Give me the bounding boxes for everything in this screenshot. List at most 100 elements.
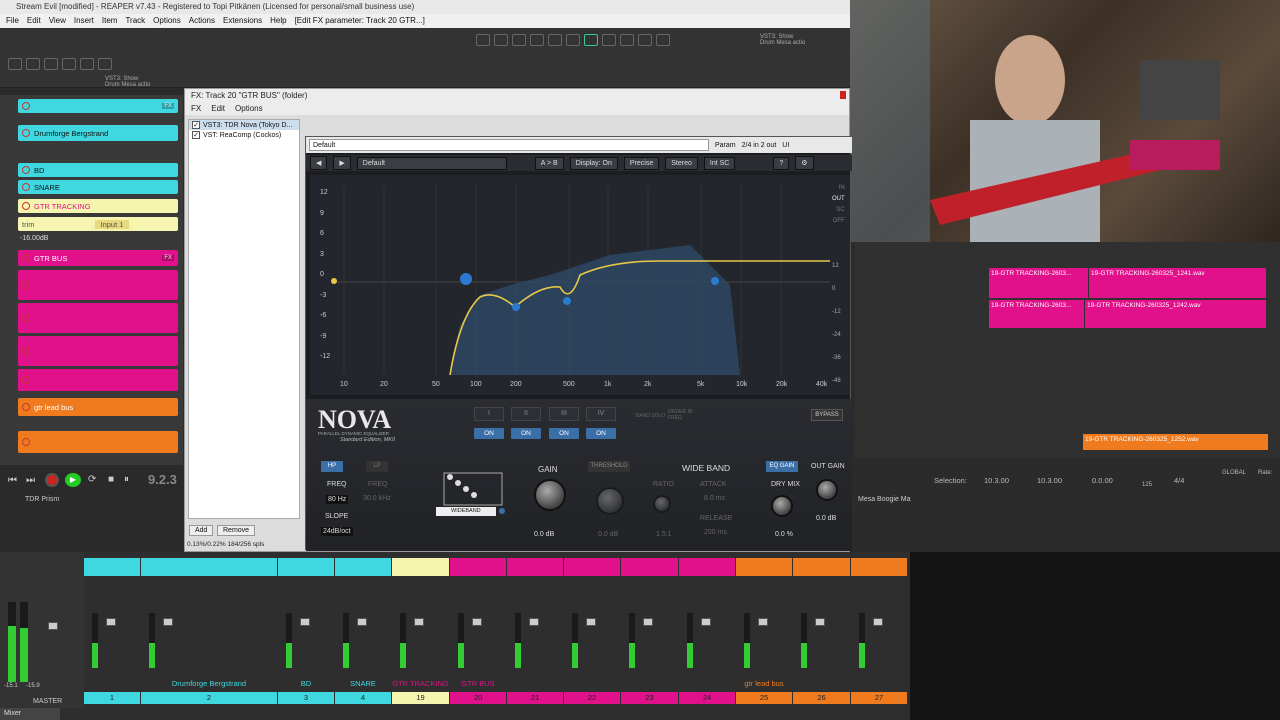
dry-mix-knob[interactable] bbox=[771, 495, 793, 517]
band-node-1[interactable] bbox=[512, 303, 520, 311]
menu-edit-fx-param[interactable]: [Edit FX parameter: Track 20 GTR...] bbox=[295, 14, 425, 28]
record-arm-icon[interactable] bbox=[22, 347, 30, 355]
nova-preset-dropdown[interactable]: Default bbox=[356, 156, 507, 170]
strip-fader[interactable] bbox=[163, 618, 173, 626]
band-3-button[interactable]: III bbox=[549, 407, 579, 421]
help-icon[interactable]: ? bbox=[773, 156, 790, 170]
out-gain-knob[interactable] bbox=[816, 479, 838, 501]
media-item[interactable]: 19-GTR TRACKING-260325_1241.wav bbox=[1089, 268, 1266, 298]
add-fx-button[interactable]: Add bbox=[189, 525, 214, 536]
track-gtr-child-3[interactable] bbox=[18, 336, 178, 366]
threshold-knob[interactable] bbox=[596, 487, 624, 515]
fx-button[interactable]: FX bbox=[162, 103, 174, 109]
strip-fader[interactable] bbox=[873, 618, 883, 626]
band-solo-label[interactable]: BAND SOLO bbox=[636, 413, 666, 419]
strip-fader[interactable] bbox=[106, 618, 116, 626]
lock-icon[interactable] bbox=[512, 34, 526, 46]
menu-extensions[interactable]: Extensions bbox=[223, 14, 262, 28]
arrange-view[interactable]: 19-GTR TRACKING-2603... 19-GTR TRACKING-… bbox=[855, 242, 1280, 457]
order-label[interactable]: ORDER IN FREQ bbox=[668, 409, 696, 421]
strip-fader[interactable] bbox=[472, 618, 482, 626]
dry-mix-value[interactable]: 0.0 % bbox=[775, 531, 793, 538]
time-signature[interactable]: 4/4 bbox=[1174, 476, 1184, 485]
slope-value[interactable]: 24dB/oct bbox=[321, 527, 353, 536]
strip-fader[interactable] bbox=[758, 618, 768, 626]
band-2-on[interactable]: ON bbox=[511, 428, 541, 439]
strip-fader[interactable] bbox=[357, 618, 367, 626]
mixer-strip[interactable]: 26 bbox=[793, 558, 850, 708]
lp-freq-value[interactable]: 30.0 kHz bbox=[363, 495, 391, 502]
menu-track[interactable]: Track bbox=[125, 14, 145, 28]
mixer-tab[interactable]: Mixer bbox=[0, 708, 60, 720]
record-arm-icon[interactable] bbox=[22, 202, 30, 210]
record-icon[interactable] bbox=[45, 473, 59, 487]
pause-icon[interactable]: ⏸ bbox=[124, 474, 129, 485]
track-header-top[interactable]: FX bbox=[18, 99, 178, 113]
trim-label[interactable]: trim bbox=[22, 220, 35, 229]
fx-menu-fx[interactable]: FX bbox=[191, 103, 201, 115]
save-icon[interactable] bbox=[44, 58, 58, 70]
record-arm-icon[interactable] bbox=[22, 254, 30, 262]
stop-icon[interactable]: ■ bbox=[108, 474, 114, 485]
strip-fader[interactable] bbox=[529, 618, 539, 626]
strip-fader[interactable] bbox=[586, 618, 596, 626]
media-item[interactable]: 19-GTR TRACKING-2603... bbox=[989, 300, 1084, 328]
ratio-value[interactable]: 1.5:1 bbox=[656, 531, 672, 538]
strip-fader[interactable] bbox=[643, 618, 653, 626]
play-icon[interactable]: ▶ bbox=[65, 473, 81, 487]
attack-value[interactable]: 8.0 ms bbox=[704, 495, 725, 502]
settings-icon[interactable]: ⚙ bbox=[795, 156, 814, 170]
prev-preset-icon[interactable]: ◀ bbox=[310, 156, 328, 170]
band-node-3[interactable] bbox=[711, 277, 719, 285]
menu-options[interactable]: Options bbox=[153, 14, 181, 28]
new-project-icon[interactable] bbox=[8, 58, 22, 70]
media-item[interactable]: 19-GTR TRACKING-260325_1242.wav bbox=[1085, 300, 1266, 328]
next-preset-icon[interactable]: ▶ bbox=[333, 156, 351, 170]
input-label[interactable]: Input 1 bbox=[94, 219, 130, 229]
eq-gain-button[interactable]: EQ GAIN bbox=[766, 461, 798, 472]
preset-dropdown[interactable]: Default bbox=[309, 139, 709, 151]
gain-knob[interactable] bbox=[534, 479, 566, 511]
selection-end[interactable]: 10.3.00 bbox=[1037, 476, 1062, 485]
mixer-strip[interactable]: Drumforge Bergstrand 2 bbox=[141, 558, 277, 708]
checkbox[interactable]: ✓ bbox=[192, 121, 200, 129]
menu-file[interactable]: File bbox=[6, 14, 19, 28]
bypass-button[interactable]: BYPASS bbox=[811, 409, 843, 421]
checkbox[interactable]: ✓ bbox=[192, 131, 200, 139]
selection-length[interactable]: 0.0.00 bbox=[1092, 476, 1113, 485]
undo-icon[interactable] bbox=[62, 58, 76, 70]
track-gtr-lead-bus[interactable]: gtr lead bus bbox=[18, 398, 178, 416]
strip-fader[interactable] bbox=[701, 618, 711, 626]
menu-view[interactable]: View bbox=[49, 14, 66, 28]
media-item[interactable]: 19-GTR TRACKING-2603... bbox=[989, 268, 1088, 298]
remove-fx-button[interactable]: Remove bbox=[217, 525, 256, 536]
band-4-on[interactable]: ON bbox=[586, 428, 616, 439]
fx-menu-edit[interactable]: Edit bbox=[211, 103, 225, 115]
io-button[interactable]: 2/4 in 2 out bbox=[742, 142, 777, 149]
band-1-button[interactable]: I bbox=[474, 407, 504, 421]
ratio-knob[interactable] bbox=[653, 495, 671, 513]
param-button[interactable]: Param bbox=[715, 142, 736, 149]
threshold-value[interactable]: 0.0 dB bbox=[598, 531, 618, 538]
repeat-icon[interactable]: ⟳ bbox=[88, 474, 96, 485]
record-arm-icon[interactable] bbox=[22, 438, 30, 446]
fx-chain-item[interactable]: ✓ VST3: TDR Nova (Tokyo D... bbox=[189, 120, 299, 130]
track-gtr-child-2[interactable] bbox=[18, 303, 178, 333]
snap-icon[interactable] bbox=[476, 34, 490, 46]
out-gain-value[interactable]: 0.0 dB bbox=[816, 515, 836, 522]
record-arm-icon[interactable] bbox=[22, 183, 30, 191]
threshold-button[interactable]: THRESHOLD bbox=[588, 461, 630, 472]
record-arm-icon[interactable] bbox=[22, 281, 30, 289]
selection-start[interactable]: 10.3.00 bbox=[984, 476, 1009, 485]
mixer-strip[interactable]: 22 bbox=[564, 558, 620, 708]
int-sc-button[interactable]: Int SC bbox=[703, 156, 736, 170]
lp-button[interactable]: LP bbox=[366, 461, 388, 472]
menu-insert[interactable]: Insert bbox=[74, 14, 94, 28]
precise-button[interactable]: Precise bbox=[623, 156, 660, 170]
bpm-readout[interactable]: 125 bbox=[1142, 482, 1152, 488]
display-button[interactable]: Display: On bbox=[569, 156, 618, 170]
release-value[interactable]: 200 ms bbox=[704, 529, 727, 536]
record-arm-icon[interactable] bbox=[22, 376, 30, 384]
track-snare[interactable]: SNARE bbox=[18, 180, 178, 194]
track-gtr-bus[interactable]: GTR BUS FX bbox=[18, 250, 178, 266]
